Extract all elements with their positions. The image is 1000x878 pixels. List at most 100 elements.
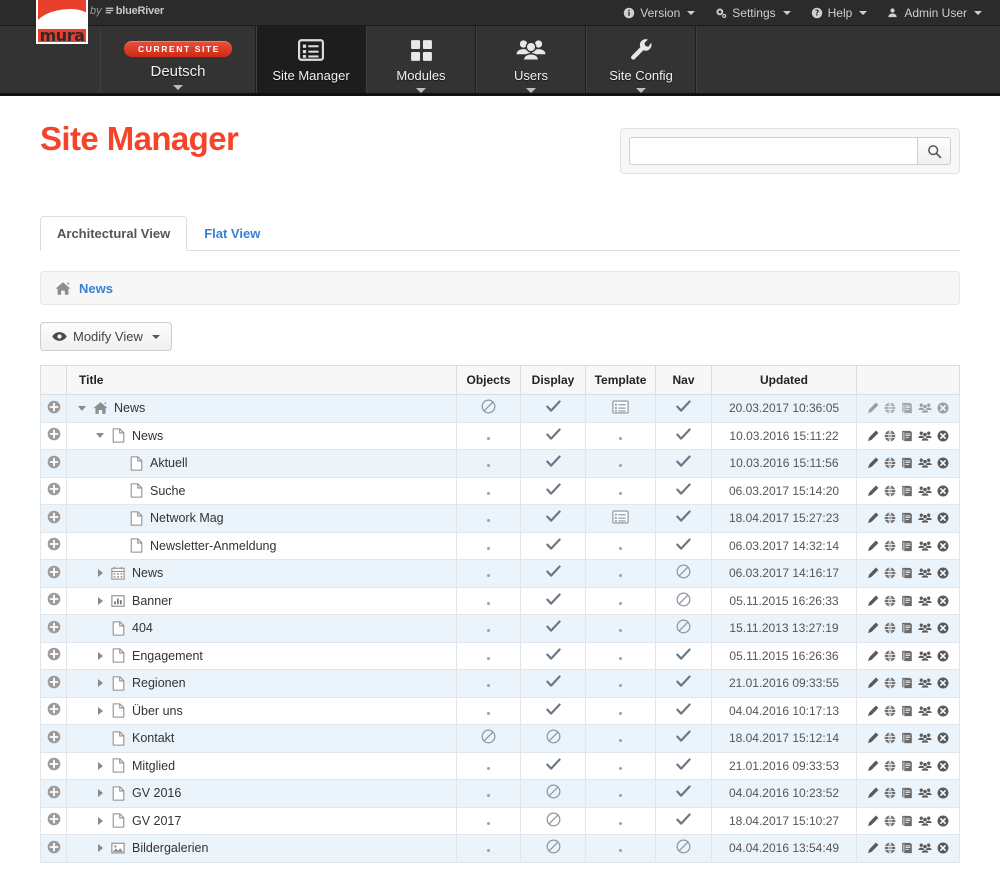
add-child-cell[interactable] (40, 696, 67, 725)
table-row[interactable]: GV 2016 04.04.2016 10:23:52 (40, 779, 960, 808)
globe-icon[interactable] (884, 595, 896, 607)
globe-icon[interactable] (884, 787, 896, 799)
plus-circle-icon[interactable] (47, 620, 61, 634)
nav-tab-site-config[interactable]: Site Config (586, 26, 696, 93)
title-cell[interactable]: Kontakt (66, 724, 457, 753)
users-icon[interactable] (918, 650, 932, 662)
title-cell[interactable]: Aktuell (66, 449, 457, 478)
plus-circle-icon[interactable] (47, 785, 61, 799)
table-row[interactable]: Kontakt 18.04.2017 15:12:14 (40, 724, 960, 753)
delete-circle-icon[interactable] (937, 650, 949, 662)
modify-view-button[interactable]: Modify View (40, 322, 172, 351)
plus-circle-icon[interactable] (47, 647, 61, 661)
users-icon[interactable] (918, 705, 932, 717)
table-row[interactable]: Newsletter-Anmeldung 06.03.2017 14:32:14 (40, 531, 960, 560)
plus-circle-icon[interactable] (47, 592, 61, 606)
expand-toggle-icon[interactable] (93, 759, 107, 773)
table-row[interactable]: Mitglied 21.01.2016 09:33:53 (40, 751, 960, 780)
plus-circle-icon[interactable] (47, 812, 61, 826)
edit-pencil-icon[interactable] (867, 815, 879, 827)
plus-circle-icon[interactable] (47, 510, 61, 524)
column-header-display[interactable]: Display (520, 365, 586, 395)
delete-circle-icon[interactable] (937, 677, 949, 689)
users-icon[interactable] (918, 787, 932, 799)
globe-icon[interactable] (884, 512, 896, 524)
node-title-label[interactable]: News (114, 401, 145, 415)
title-cell[interactable]: GV 2017 (66, 806, 457, 835)
table-row[interactable]: Engagement 05.11.2015 16:26:36 (40, 641, 960, 670)
delete-circle-icon[interactable] (937, 595, 949, 607)
edit-pencil-icon[interactable] (867, 705, 879, 717)
edit-pencil-icon[interactable] (867, 760, 879, 772)
book-icon[interactable] (901, 567, 913, 579)
add-child-cell[interactable] (40, 421, 67, 450)
add-child-cell[interactable] (40, 779, 67, 808)
delete-circle-icon[interactable] (937, 732, 949, 744)
globe-icon[interactable] (884, 732, 896, 744)
add-child-cell[interactable] (40, 394, 67, 423)
globe-icon[interactable] (884, 457, 896, 469)
table-row[interactable]: Suche 06.03.2017 15:14:20 (40, 476, 960, 505)
mura-logo[interactable]: mura (36, 0, 88, 44)
table-row[interactable]: Network Mag 18.04.2017 15:27:23 (40, 504, 960, 533)
node-title-label[interactable]: GV 2016 (132, 786, 181, 800)
delete-circle-icon[interactable] (937, 457, 949, 469)
title-cell[interactable]: News (66, 559, 457, 588)
settings-menu[interactable]: Settings (705, 0, 800, 26)
delete-circle-icon[interactable] (937, 705, 949, 717)
table-row[interactable]: Über uns 04.04.2016 10:17:13 (40, 696, 960, 725)
version-menu[interactable]: Version (613, 0, 705, 26)
table-row[interactable]: News 20.03.2017 10:36:05 (40, 394, 960, 423)
title-cell[interactable]: Mitglied (66, 751, 457, 780)
edit-pencil-icon[interactable] (867, 650, 879, 662)
delete-circle-icon[interactable] (937, 512, 949, 524)
column-header-template[interactable]: Template (585, 365, 656, 395)
tab-flat-view[interactable]: Flat View (187, 216, 277, 251)
users-icon[interactable] (918, 732, 932, 744)
node-title-label[interactable]: Newsletter-Anmeldung (150, 539, 276, 553)
delete-circle-icon[interactable] (937, 815, 949, 827)
users-icon[interactable] (918, 815, 932, 827)
plus-circle-icon[interactable] (47, 537, 61, 551)
globe-icon[interactable] (884, 622, 896, 634)
plus-circle-icon[interactable] (47, 455, 61, 469)
globe-icon[interactable] (884, 677, 896, 689)
book-icon[interactable] (901, 402, 913, 414)
delete-circle-icon[interactable] (937, 402, 949, 414)
edit-pencil-icon[interactable] (867, 732, 879, 744)
table-row[interactable]: 404 15.11.2013 13:27:19 (40, 614, 960, 643)
title-cell[interactable]: Network Mag (66, 504, 457, 533)
add-child-cell[interactable] (40, 641, 67, 670)
delete-circle-icon[interactable] (937, 787, 949, 799)
help-menu[interactable]: ? Help (801, 0, 878, 26)
add-child-cell[interactable] (40, 586, 67, 615)
node-title-label[interactable]: Regionen (132, 676, 186, 690)
title-cell[interactable]: GV 2016 (66, 779, 457, 808)
search-input[interactable] (629, 137, 917, 165)
node-title-label[interactable]: Banner (132, 594, 172, 608)
node-title-label[interactable]: Network Mag (150, 511, 224, 525)
book-icon[interactable] (901, 595, 913, 607)
add-child-cell[interactable] (40, 806, 67, 835)
delete-circle-icon[interactable] (937, 430, 949, 442)
delete-circle-icon[interactable] (937, 842, 949, 854)
users-icon[interactable] (918, 567, 932, 579)
column-header-objects[interactable]: Objects (456, 365, 521, 395)
node-title-label[interactable]: Bildergalerien (132, 841, 208, 855)
globe-icon[interactable] (884, 485, 896, 497)
add-child-cell[interactable] (40, 531, 67, 560)
users-icon[interactable] (918, 760, 932, 772)
edit-pencil-icon[interactable] (867, 540, 879, 552)
node-title-label[interactable]: News (132, 429, 163, 443)
title-cell[interactable]: Suche (66, 476, 457, 505)
delete-circle-icon[interactable] (937, 540, 949, 552)
table-row[interactable]: GV 2017 18.04.2017 15:10:27 (40, 806, 960, 835)
globe-icon[interactable] (884, 705, 896, 717)
add-child-cell[interactable] (40, 449, 67, 478)
home-icon[interactable] (55, 281, 71, 296)
edit-pencil-icon[interactable] (867, 677, 879, 689)
edit-pencil-icon[interactable] (867, 430, 879, 442)
users-icon[interactable] (918, 457, 932, 469)
globe-icon[interactable] (884, 650, 896, 662)
column-header-updated[interactable]: Updated (711, 365, 857, 395)
